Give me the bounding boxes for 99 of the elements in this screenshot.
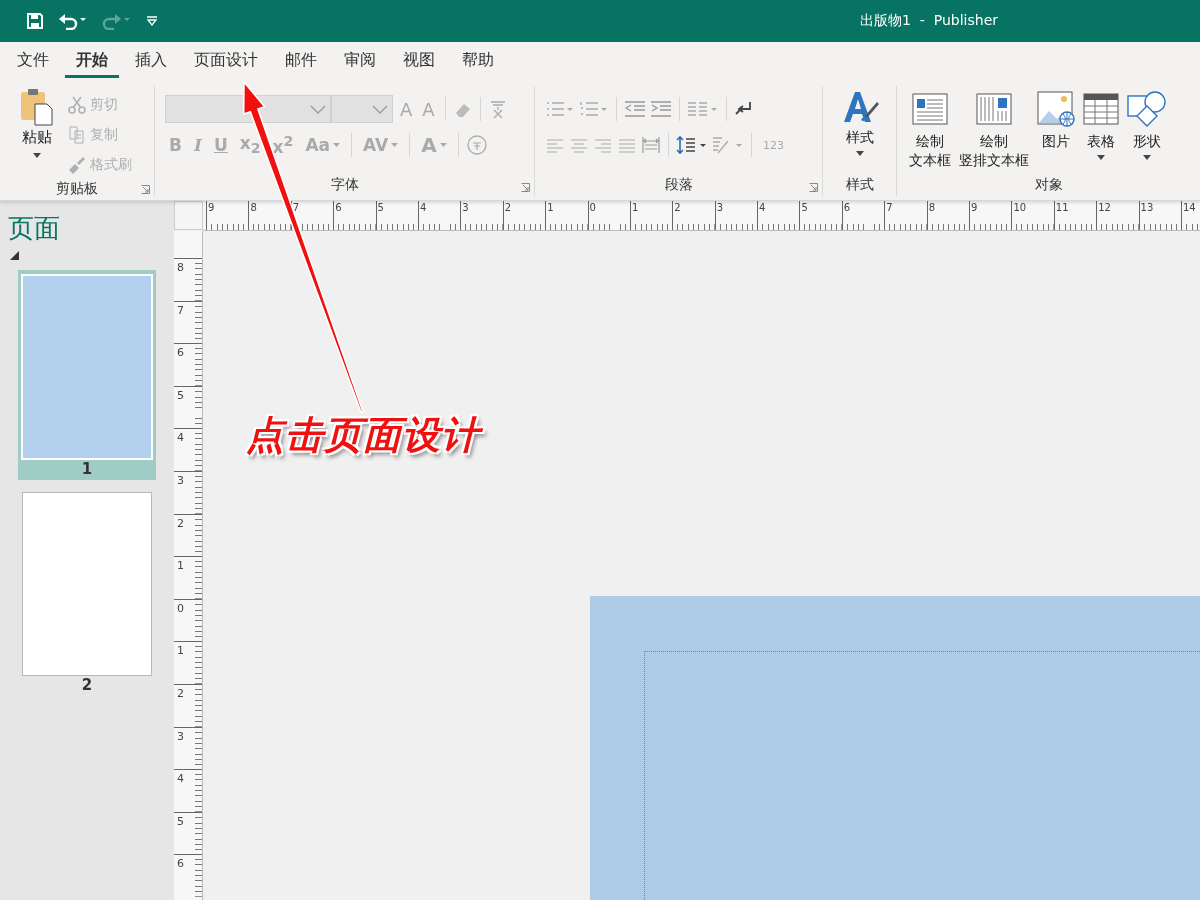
- ruler-number: 8: [177, 261, 184, 274]
- customize-caret-icon[interactable]: [146, 16, 158, 26]
- styles-button[interactable]: 样式: [836, 86, 883, 174]
- columns-icon[interactable]: [687, 100, 719, 118]
- ruler-number: 3: [177, 473, 184, 487]
- ruler-number: 4: [419, 202, 427, 213]
- caret-icon: [33, 153, 41, 158]
- ruler-number: 6: [843, 202, 851, 213]
- font-size-dropdown[interactable]: [331, 95, 393, 123]
- ruler-number: 5: [177, 388, 184, 402]
- ruler-number: 7: [177, 303, 184, 317]
- ruler-number: 11: [1055, 202, 1069, 213]
- ruler-number: 2: [177, 686, 184, 700]
- shapes-icon: [1127, 90, 1167, 128]
- ruler-number: 2: [504, 202, 512, 213]
- shading-icon[interactable]: [712, 135, 744, 155]
- draw-vertical-text-box-button[interactable]: 绘制 竖排文本框: [955, 86, 1033, 174]
- align-center-icon[interactable]: [569, 137, 589, 153]
- ruler-number: 4: [177, 431, 184, 445]
- ruler-number: 3: [462, 202, 469, 213]
- ruler-number: 12: [1098, 202, 1111, 213]
- ruler-number: 13: [1140, 202, 1154, 213]
- table-button[interactable]: 表格: [1079, 86, 1123, 174]
- ruler-number: 0: [177, 601, 184, 615]
- ribbon-tab[interactable]: 页面设计: [183, 44, 269, 78]
- ruler-number: 2: [177, 516, 184, 530]
- increase-indent-icon[interactable]: [650, 100, 672, 118]
- scissors-icon: [68, 96, 86, 114]
- brush-icon: [68, 156, 86, 174]
- ruler-number: 9: [208, 202, 215, 213]
- ruler-number: 8: [250, 202, 257, 213]
- ruler-number: 5: [177, 814, 184, 828]
- ruler-number: 3: [177, 729, 184, 743]
- ruler-number: 9: [971, 202, 978, 213]
- table-icon: [1083, 90, 1119, 128]
- ruler-number: 1: [631, 202, 639, 213]
- picture-icon: [1037, 90, 1075, 128]
- ruler-number: 7: [292, 202, 300, 213]
- distribute-icon[interactable]: [641, 136, 661, 154]
- ruler-number: 10: [1013, 202, 1027, 213]
- ruler-number: 3: [716, 202, 724, 213]
- page-thumbnail-item[interactable]: 2: [18, 488, 156, 696]
- picture-button[interactable]: 图片: [1033, 86, 1079, 174]
- ruler-number: 0: [589, 202, 596, 213]
- ruler-number: 1: [547, 202, 554, 213]
- ribbon-tab[interactable]: 文件: [6, 44, 60, 78]
- draw-text-box-button[interactable]: 绘制 文本框: [905, 86, 955, 174]
- collapse-triangle-icon[interactable]: [10, 251, 19, 260]
- vertical-text-box-icon: [976, 90, 1012, 128]
- ruler-number: 4: [177, 772, 184, 786]
- group-label: 字体: [330, 176, 359, 194]
- line-spacing-icon[interactable]: [676, 135, 708, 155]
- copy-icon: [68, 126, 86, 144]
- ribbon-tab[interactable]: 邮件: [274, 44, 328, 78]
- dialog-launcher-icon[interactable]: [141, 185, 150, 194]
- page-thumbnail-item[interactable]: 1: [18, 270, 156, 480]
- shapes-button[interactable]: 形状: [1123, 86, 1171, 174]
- decrease-indent-icon[interactable]: [624, 100, 646, 118]
- dialog-launcher-icon[interactable]: [521, 183, 530, 192]
- ruler-number: 5: [801, 202, 808, 213]
- chevron-icon: [310, 104, 326, 114]
- group-label: 样式: [845, 176, 874, 194]
- numbering-icon[interactable]: [579, 100, 609, 118]
- dialog-launcher-icon[interactable]: [809, 183, 818, 192]
- enclosed-character-icon[interactable]: [465, 134, 488, 156]
- ruler-number: 6: [335, 202, 342, 213]
- ruler-number: 5: [377, 202, 384, 213]
- ruler-number: 8: [928, 202, 935, 213]
- caret-icon: [855, 151, 864, 156]
- align-right-icon[interactable]: [593, 137, 613, 153]
- page-number: 1: [81, 460, 93, 478]
- paste-button[interactable]: 粘贴: [14, 86, 60, 180]
- ribbon-tab[interactable]: 帮助: [451, 44, 505, 78]
- window-title: 出版物1 - Publisher: [860, 12, 999, 30]
- ruler-number: 6: [177, 346, 184, 360]
- panel-title: 页面: [7, 212, 60, 245]
- ruler-number: 2: [674, 202, 681, 213]
- ribbon-tab[interactable]: 审阅: [333, 44, 387, 78]
- group-label: 段落: [664, 176, 693, 194]
- ribbon-tab[interactable]: 视图: [392, 44, 446, 78]
- text-box-icon: [912, 90, 948, 128]
- justify-icon[interactable]: [617, 137, 637, 153]
- group-label: 剪贴板: [56, 180, 98, 198]
- ruler-number: 4: [759, 202, 766, 213]
- bullets-icon[interactable]: [545, 100, 575, 118]
- ruler-number: 1: [177, 644, 184, 658]
- clipboard-icon: [20, 88, 54, 126]
- ruler-number: 6: [177, 857, 184, 871]
- ruler-number: 14: [1183, 202, 1196, 213]
- ribbon-tab[interactable]: 插入: [124, 44, 178, 78]
- group-label: 对象: [1034, 176, 1063, 194]
- ruler-number: 1: [177, 559, 184, 573]
- ruler-number: 7: [886, 202, 893, 213]
- page-number: 2: [81, 676, 93, 694]
- font-name-dropdown[interactable]: [165, 95, 331, 123]
- chevron-icon: [372, 104, 388, 114]
- align-left-icon[interactable]: [545, 137, 565, 153]
- save-icon[interactable]: [26, 12, 44, 30]
- undo-icon[interactable]: [58, 12, 88, 30]
